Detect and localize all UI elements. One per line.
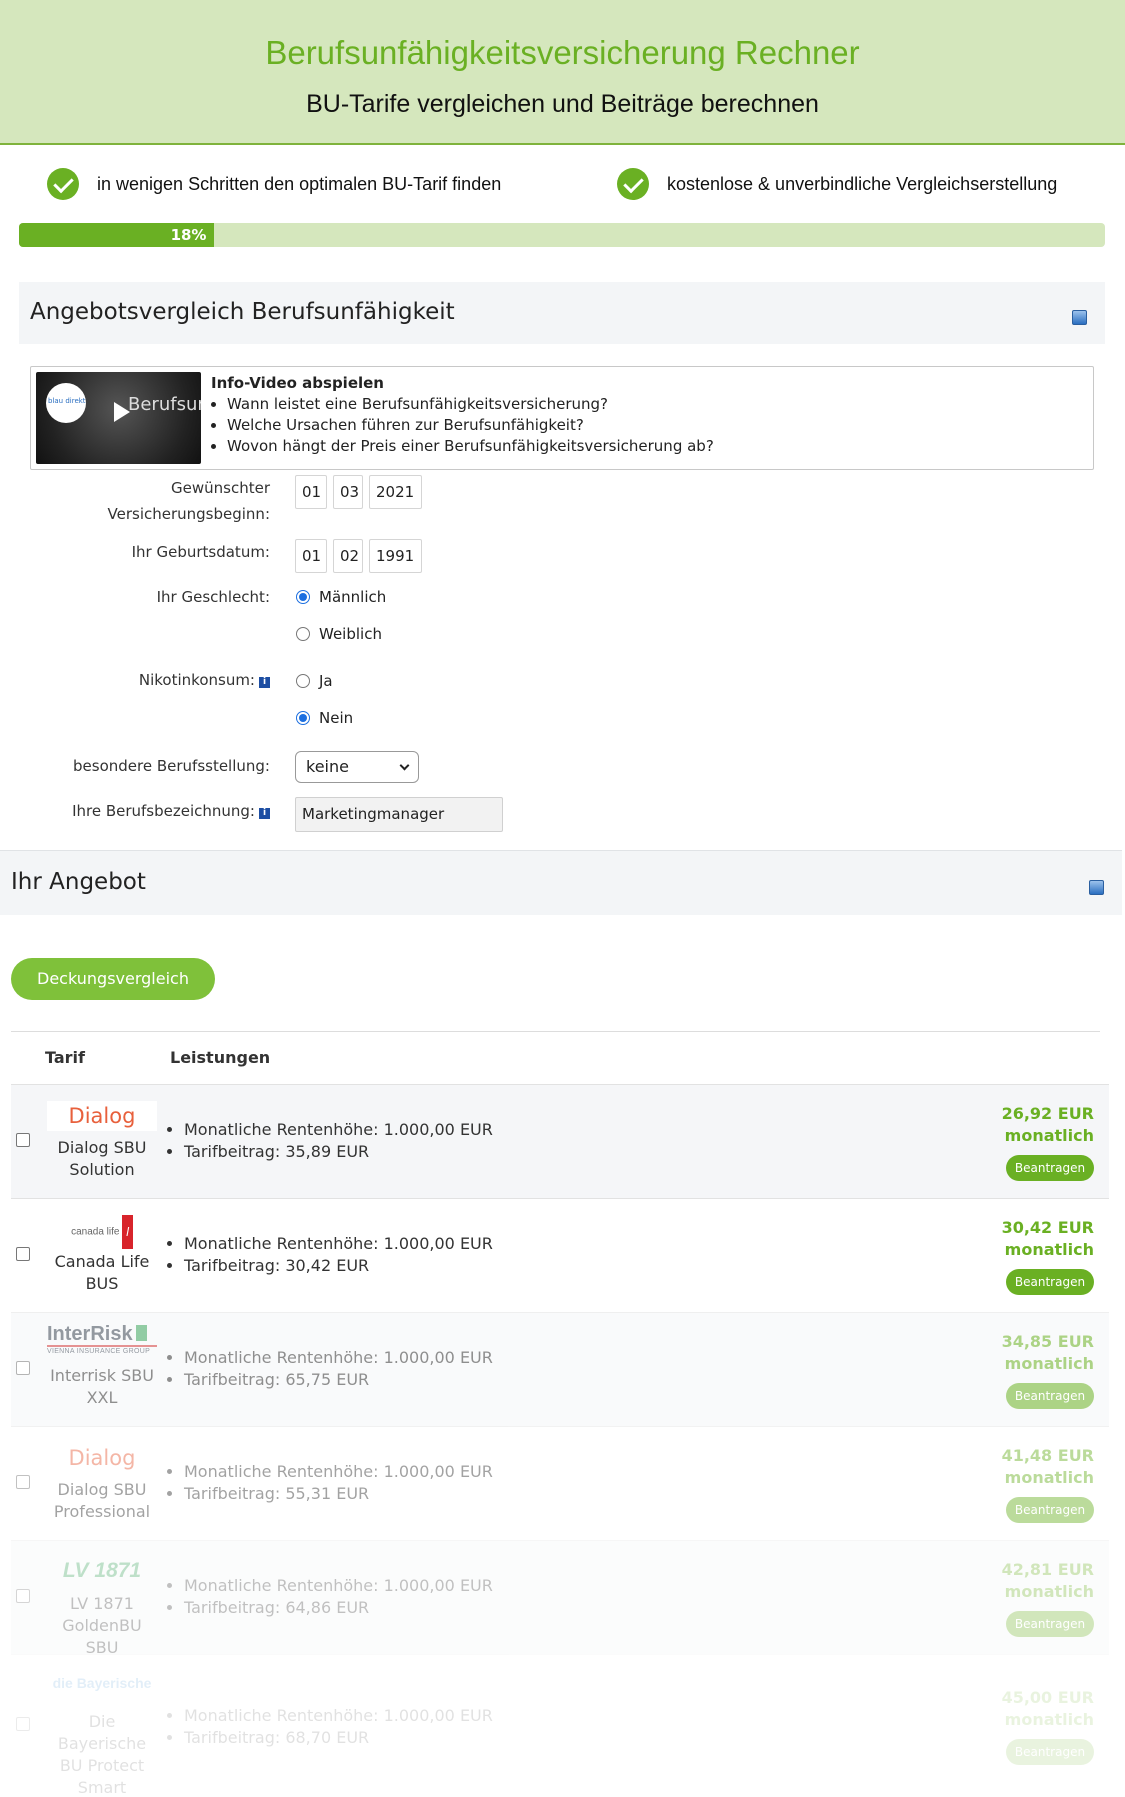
dialog-logo: Dialog (47, 1443, 157, 1477)
table-row: LV 1871 LV 1871 GoldenBU SBU Monatliche … (11, 1540, 1109, 1657)
tariff-name: Die Bayerische BU Protect Smart (57, 1712, 147, 1797)
page-subtitle: BU-Tarife vergleichen und Beiträge berec… (306, 90, 819, 118)
canada-life-logo: canada life l (47, 1215, 157, 1249)
gender-female-radio[interactable]: Weiblich (296, 625, 382, 643)
tariff-name: Dialog SBU Solution (57, 1138, 147, 1179)
section-title: Angebotsvergleich Berufsunfähigkeit (30, 299, 455, 325)
lv1871-logo: LV 1871 (62, 1559, 142, 1582)
progress-fill: 18% (19, 223, 215, 247)
birth-date-label: Ihr Geburtsdatum: (131, 543, 270, 561)
info-icon[interactable]: i (259, 808, 270, 819)
tariff-name: Canada Life BUS (54, 1252, 150, 1293)
tariff-features: Monatliche Rentenhöhe: 1.000,00 EUR Tari… (166, 1461, 493, 1505)
row-checkbox[interactable] (16, 1717, 30, 1731)
section-header-your-offer: Ihr Angebot (0, 850, 1122, 915)
video-link[interactable]: Info-Video abspielen (211, 373, 714, 394)
nicotine-no-radio[interactable]: Nein (296, 709, 353, 727)
video-description: Info-Video abspielen Wann leistet eine B… (211, 373, 714, 457)
tariff-features: Monatliche Rentenhöhe: 1.000,00 EUR Tari… (166, 1705, 493, 1749)
apply-button[interactable]: Beantragen (1006, 1269, 1094, 1295)
table-row: InterRisk VIENNA INSURANCE GROUP Interris… (11, 1312, 1109, 1426)
info-video-box: blau direkt Berufsun... Info-Video abspi… (30, 366, 1094, 470)
tariff-features: Monatliche Rentenhöhe: 1.000,00 EUR Tari… (166, 1575, 493, 1619)
play-icon[interactable] (114, 402, 130, 422)
apply-button[interactable]: Beantragen (1006, 1739, 1094, 1765)
progress-bar: 18% (19, 223, 1105, 247)
tariff-name: Dialog SBU Professional (53, 1480, 151, 1521)
birth-day-field[interactable]: 01 (295, 539, 327, 573)
apply-button[interactable]: Beantragen (1006, 1497, 1094, 1523)
job-title-label: Ihre Berufsbezeichnung: i (72, 798, 270, 824)
tariff-name: LV 1871 GoldenBU SBU (62, 1594, 142, 1657)
radio-dot[interactable] (296, 627, 310, 641)
list-item: Wovon hängt der Preis einer Berufsunfähi… (227, 436, 714, 457)
blau-direkt-logo: blau direkt (46, 383, 86, 423)
row-checkbox[interactable] (16, 1133, 30, 1147)
apply-button[interactable]: Beantragen (1006, 1155, 1094, 1181)
job-position-select[interactable]: keine (295, 751, 419, 783)
interrisk-logo: InterRisk VIENNA INSURANCE GROUP (47, 1323, 157, 1357)
info-icon[interactable]: i (259, 677, 270, 688)
column-header-tariff: Tarif (45, 1048, 85, 1067)
table-row: Dialog Dialog SBU Solution Monatliche Re… (11, 1084, 1109, 1198)
tariff-price: 42,81 EUR monatlich (1001, 1560, 1094, 1601)
radio-dot[interactable] (296, 674, 310, 688)
section-title: Ihr Angebot (11, 869, 146, 895)
row-checkbox[interactable] (16, 1475, 30, 1489)
job-position-label: besondere Berufsstellung: (73, 757, 270, 775)
table-row: die Bayerische Die Bayerische BU Protect… (11, 1654, 1109, 1797)
benefit-text: kostenlose & unverbindliche Vergleichser… (667, 173, 1058, 194)
page-title: Berufsunfähigkeitsversicherung Rechner (265, 34, 860, 71)
tariff-price: 30,42 EUR monatlich (1001, 1218, 1094, 1259)
table-row: Dialog Dialog SBU Professional Monatlich… (11, 1426, 1109, 1540)
tariff-price: 41,48 EUR monatlich (1001, 1446, 1094, 1487)
nicotine-label: Nikotinkonsum: i (139, 667, 270, 693)
job-title-input[interactable]: Marketingmanager (295, 797, 503, 832)
row-checkbox[interactable] (16, 1361, 30, 1375)
dialog-logo: Dialog (47, 1101, 157, 1135)
start-year-field[interactable]: 2021 (369, 475, 422, 509)
tariff-features: Monatliche Rentenhöhe: 1.000,00 EUR Tari… (166, 1347, 493, 1391)
start-date-label: Gewünschter Versicherungsbeginn: (107, 479, 270, 523)
radio-dot[interactable] (296, 590, 310, 604)
benefit-1: in wenigen Schritten den optimalen BU-Ta… (47, 168, 501, 200)
tariff-features: Monatliche Rentenhöhe: 1.000,00 EUR Tari… (166, 1119, 493, 1163)
list-item: Wann leistet eine Berufsunfähigkeitsvers… (227, 394, 714, 415)
video-thumbnail[interactable]: blau direkt Berufsun... (36, 372, 201, 464)
tariff-name: Interrisk SBU XXL (50, 1366, 154, 1407)
check-circle-icon (47, 168, 79, 200)
birth-month-field[interactable]: 02 (333, 539, 363, 573)
tariff-price: 34,85 EUR monatlich (1001, 1332, 1094, 1373)
benefit-2: kostenlose & unverbindliche Vergleichser… (617, 168, 1057, 200)
radio-dot[interactable] (296, 711, 310, 725)
row-checkbox[interactable] (16, 1589, 30, 1603)
row-checkbox[interactable] (16, 1247, 30, 1261)
chevron-down-icon (399, 760, 410, 771)
video-caption: Berufsun... (128, 394, 201, 415)
nicotine-yes-radio[interactable]: Ja (296, 672, 333, 690)
divider (11, 1031, 1100, 1032)
tariff-price: 26,92 EUR monatlich (1001, 1104, 1094, 1145)
die-bayerische-logo: die Bayerische (52, 1675, 152, 1691)
column-header-benefits: Leistungen (170, 1048, 271, 1067)
section-toggle-icon[interactable] (1089, 880, 1104, 895)
birth-year-field[interactable]: 1991 (369, 539, 422, 573)
table-row: canada life l Canada Life BUS Monatliche… (11, 1198, 1109, 1312)
apply-button[interactable]: Beantragen (1006, 1383, 1094, 1409)
gender-label: Ihr Geschlecht: (156, 588, 270, 606)
section-header-offer-comparison: Angebotsvergleich Berufsunfähigkeit (19, 282, 1105, 344)
section-toggle-icon[interactable] (1072, 310, 1087, 325)
benefit-text: in wenigen Schritten den optimalen BU-Ta… (97, 173, 502, 194)
check-circle-icon (617, 168, 649, 200)
tariff-price: 45,00 EUR monatlich (1001, 1688, 1094, 1729)
start-day-field[interactable]: 01 (295, 475, 327, 509)
list-item: Welche Ursachen führen zur Berufsunfähig… (227, 415, 714, 436)
coverage-compare-button[interactable]: Deckungsvergleich (11, 958, 215, 1000)
apply-button[interactable]: Beantragen (1006, 1611, 1094, 1637)
page-header: Berufsunfähigkeitsversicherung Rechner B… (0, 0, 1125, 145)
tariff-features: Monatliche Rentenhöhe: 1.000,00 EUR Tari… (166, 1233, 493, 1277)
gender-male-radio[interactable]: Männlich (296, 588, 386, 606)
start-month-field[interactable]: 03 (333, 475, 363, 509)
